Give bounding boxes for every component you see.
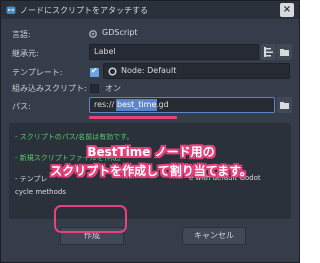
template-value: Node: Default — [121, 66, 177, 75]
template-checkbox[interactable]: ✔ — [90, 66, 99, 77]
template-select[interactable]: Node: Default — [103, 63, 290, 79]
path-selected-text: best_time — [116, 99, 158, 111]
builtin-checkbox[interactable] — [90, 84, 99, 93]
language-select[interactable]: GDScript — [86, 26, 290, 42]
attach-script-dialog: ノードにスクリプトをアタッチする × 言語: GDScript 継承元: Lab… — [0, 0, 300, 263]
inherits-label: 継承元: — [12, 49, 39, 58]
inherits-value: Label — [94, 47, 116, 56]
path-highlight-underline — [89, 116, 177, 119]
path-prefix: res:// — [94, 100, 115, 109]
status-line-path-valid: - スクリプトのパス/名前は有効です。 — [15, 133, 134, 141]
path-browse-button[interactable] — [277, 97, 292, 113]
annotation-line-1: BestTime ノード用の — [87, 145, 215, 159]
path-label: パス: — [12, 102, 31, 111]
builtin-label: 組み込みスクリプト: — [12, 84, 87, 93]
gdscript-icon — [88, 29, 98, 39]
language-label: 言語: — [12, 30, 31, 39]
dialog-title: ノードにスクリプトをアタッチする — [20, 6, 148, 15]
status-line-cycle-methods: cycle methods — [15, 188, 66, 196]
create-button-highlight — [54, 205, 127, 233]
checkmark-icon: ✔ — [91, 66, 98, 75]
language-value: GDScript — [102, 28, 138, 37]
inherits-browse-button[interactable] — [277, 44, 292, 60]
inherits-tree-button[interactable] — [261, 44, 276, 60]
dialog-body: 言語: GDScript 継承元: Label テンプレート: ✔ Node: … — [4, 20, 296, 261]
folder-icon — [280, 49, 289, 56]
path-suffix: .gd — [156, 100, 169, 109]
close-button[interactable]: × — [280, 3, 294, 17]
cancel-button[interactable]: キャンセル — [182, 227, 246, 245]
folder-icon — [280, 102, 289, 109]
path-input[interactable]: res:// best_time .gd — [89, 97, 275, 113]
inherits-input[interactable]: Label — [89, 44, 259, 60]
builtin-value: オン — [105, 84, 121, 93]
template-label: テンプレート: — [12, 68, 63, 77]
node-icon — [108, 67, 117, 76]
annotation-line-2: スクリプトを作成して割り当てます。 — [50, 164, 252, 178]
node-tree-icon — [264, 47, 273, 57]
title-bar: ノードにスクリプトをアタッチする × — [1, 1, 299, 19]
godot-app-icon — [6, 6, 16, 14]
